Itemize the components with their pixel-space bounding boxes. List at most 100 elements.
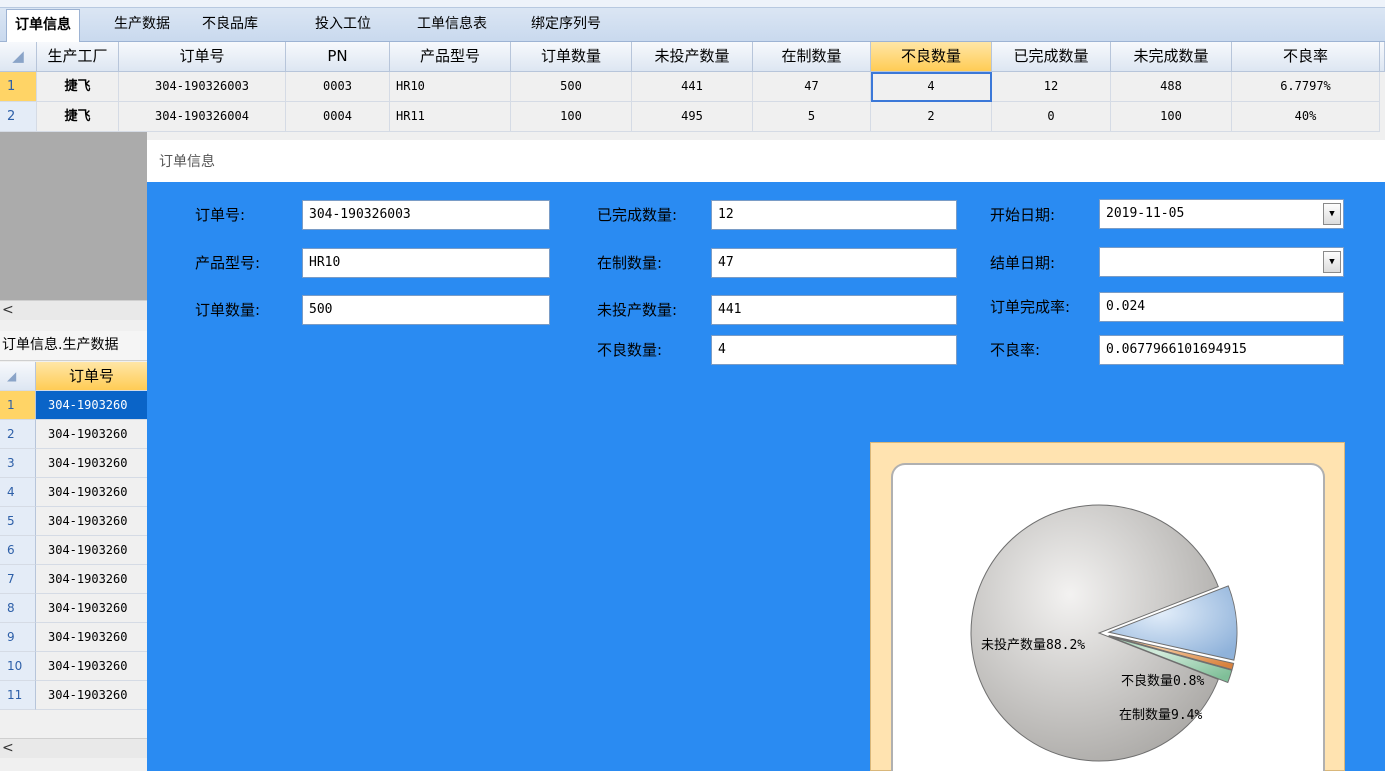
cell-undone-qty[interactable]: 488 — [1111, 72, 1232, 102]
col-order-no[interactable]: 订单号 — [119, 42, 286, 72]
row-number[interactable]: 8 — [0, 594, 36, 623]
cell-unstarted-qty[interactable]: 495 — [632, 102, 753, 132]
order-qty-label: 订单数量: — [195, 301, 261, 319]
col-model[interactable]: 产品型号 — [390, 42, 511, 72]
row-number[interactable]: 7 — [0, 565, 36, 594]
unstarted-qty-field[interactable]: 441 — [711, 295, 957, 325]
cell-order-no[interactable]: 304-1903260 — [36, 652, 147, 681]
list-item[interactable]: 11 304-1903260 — [0, 681, 147, 710]
chevron-down-icon[interactable]: ▼ — [1323, 251, 1341, 273]
wip-qty-field[interactable]: 47 — [711, 248, 957, 278]
row-number[interactable]: 11 — [0, 681, 36, 710]
row-number[interactable]: 10 — [0, 652, 36, 681]
cell-defect-rate[interactable]: 40% — [1232, 102, 1380, 132]
tab-defect-store[interactable]: 不良品库 — [194, 9, 266, 42]
cell-wip-qty[interactable]: 47 — [753, 72, 871, 102]
list-item[interactable]: 2 304-1903260 — [0, 420, 147, 449]
table-row[interactable]: 2 捷飞 304-190326004 0004 HR11 100 495 5 2… — [0, 102, 1385, 132]
left-grid-scrollbar[interactable]: < — [0, 738, 147, 758]
cell-order-no[interactable]: 304-1903260 — [36, 391, 147, 420]
order-no-field[interactable]: 304-190326003 — [302, 200, 550, 230]
list-item[interactable]: 8 304-1903260 — [0, 594, 147, 623]
col-order-no[interactable]: 订单号 — [36, 362, 147, 391]
cell-factory[interactable]: 捷飞 — [37, 72, 119, 102]
row-number[interactable]: 2 — [0, 420, 36, 449]
list-item[interactable]: 9 304-1903260 — [0, 623, 147, 652]
row-number[interactable]: 1 — [0, 391, 36, 420]
row-number[interactable]: 9 — [0, 623, 36, 652]
col-defect-qty[interactable]: 不良数量 — [871, 42, 992, 72]
cell-order-qty[interactable]: 500 — [511, 72, 632, 102]
cell-order-no[interactable]: 304-1903260 — [36, 420, 147, 449]
tab-bind-serial[interactable]: 绑定序列号 — [523, 9, 609, 42]
col-done-qty[interactable]: 已完成数量 — [992, 42, 1111, 72]
select-all-corner[interactable]: ◢ — [0, 42, 37, 72]
cell-factory[interactable]: 捷飞 — [37, 102, 119, 132]
cell-order-no[interactable]: 304-1903260 — [36, 536, 147, 565]
list-item[interactable]: 10 304-1903260 — [0, 652, 147, 681]
cell-defect-qty[interactable]: 4 — [871, 72, 992, 102]
list-item[interactable]: 1 304-1903260 — [0, 391, 147, 420]
cell-unstarted-qty[interactable]: 441 — [632, 72, 753, 102]
list-item[interactable]: 6 304-1903260 — [0, 536, 147, 565]
start-date-picker[interactable]: 2019-11-05 ▼ — [1099, 199, 1344, 229]
cell-done-qty[interactable]: 12 — [992, 72, 1111, 102]
col-unstarted-qty[interactable]: 未投产数量 — [632, 42, 753, 72]
scroll-left-icon[interactable]: < — [2, 302, 14, 318]
cell-pn[interactable]: 0004 — [286, 102, 390, 132]
cell-wip-qty[interactable]: 5 — [753, 102, 871, 132]
defect-rate-label: 不良率: — [990, 341, 1041, 359]
cell-order-no[interactable]: 304-1903260 — [36, 478, 147, 507]
list-item[interactable]: 5 304-1903260 — [0, 507, 147, 536]
row-number[interactable]: 2 — [0, 102, 37, 132]
cell-done-qty[interactable]: 0 — [992, 102, 1111, 132]
order-qty-field[interactable]: 500 — [302, 295, 550, 325]
col-defect-rate[interactable]: 不良率 — [1232, 42, 1380, 72]
col-wip-qty[interactable]: 在制数量 — [753, 42, 871, 72]
list-item[interactable]: 3 304-1903260 — [0, 449, 147, 478]
cell-order-no[interactable]: 304-1903260 — [36, 594, 147, 623]
row-number[interactable]: 5 — [0, 507, 36, 536]
scroll-left-icon[interactable]: < — [2, 740, 14, 756]
top-grid-scrollbar[interactable]: < — [0, 300, 147, 320]
cell-order-qty[interactable]: 100 — [511, 102, 632, 132]
done-qty-field[interactable]: 12 — [711, 200, 957, 230]
cell-defect-rate[interactable]: 6.7797% — [1232, 72, 1380, 102]
defect-rate-field[interactable]: 0.0677966101694915 — [1099, 335, 1344, 365]
cell-order-no[interactable]: 304-1903260 — [36, 623, 147, 652]
row-number[interactable]: 4 — [0, 478, 36, 507]
model-field[interactable]: HR10 — [302, 248, 550, 278]
cell-undone-qty[interactable]: 100 — [1111, 102, 1232, 132]
list-item[interactable]: 7 304-1903260 — [0, 565, 147, 594]
row-number[interactable]: 6 — [0, 536, 36, 565]
cell-order-no[interactable]: 304-190326004 — [119, 102, 286, 132]
tab-production-data[interactable]: 生产数据 — [106, 9, 178, 42]
tab-work-order[interactable]: 工单信息表 — [409, 9, 495, 42]
defect-qty-field[interactable]: 4 — [711, 335, 957, 365]
cell-model[interactable]: HR10 — [390, 72, 511, 102]
row-number[interactable]: 1 — [0, 72, 37, 102]
cell-pn[interactable]: 0003 — [286, 72, 390, 102]
cell-order-no[interactable]: 304-190326003 — [119, 72, 286, 102]
cell-order-no[interactable]: 304-1903260 — [36, 681, 147, 710]
close-date-picker[interactable]: ▼ — [1099, 247, 1344, 277]
cell-order-no[interactable]: 304-1903260 — [36, 449, 147, 478]
tab-input-station[interactable]: 投入工位 — [307, 9, 379, 42]
cell-defect-qty[interactable]: 2 — [871, 102, 992, 132]
table-row[interactable]: 1 捷飞 304-190326003 0003 HR10 500 441 47 … — [0, 72, 1385, 102]
col-order-qty[interactable]: 订单数量 — [511, 42, 632, 72]
row-number[interactable]: 3 — [0, 449, 36, 478]
col-pn[interactable]: PN — [286, 42, 390, 72]
tab-bar: 订单信息 生产数据 不良品库 投入工位 工单信息表 绑定序列号 — [0, 0, 1385, 42]
cell-model[interactable]: HR11 — [390, 102, 511, 132]
select-all-corner[interactable]: ◢ — [0, 362, 36, 391]
col-undone-qty[interactable]: 未完成数量 — [1111, 42, 1232, 72]
completion-rate-field[interactable]: 0.024 — [1099, 292, 1344, 322]
cell-order-no[interactable]: 304-1903260 — [36, 565, 147, 594]
cell-order-no[interactable]: 304-1903260 — [36, 507, 147, 536]
list-item[interactable]: 4 304-1903260 — [0, 478, 147, 507]
col-factory[interactable]: 生产工厂 — [37, 42, 119, 72]
grid-header-row: ◢ 生产工厂 订单号 PN 产品型号 订单数量 未投产数量 在制数量 不良数量 … — [0, 42, 1385, 72]
chevron-down-icon[interactable]: ▼ — [1323, 203, 1341, 225]
tab-order-info[interactable]: 订单信息 — [6, 9, 80, 42]
